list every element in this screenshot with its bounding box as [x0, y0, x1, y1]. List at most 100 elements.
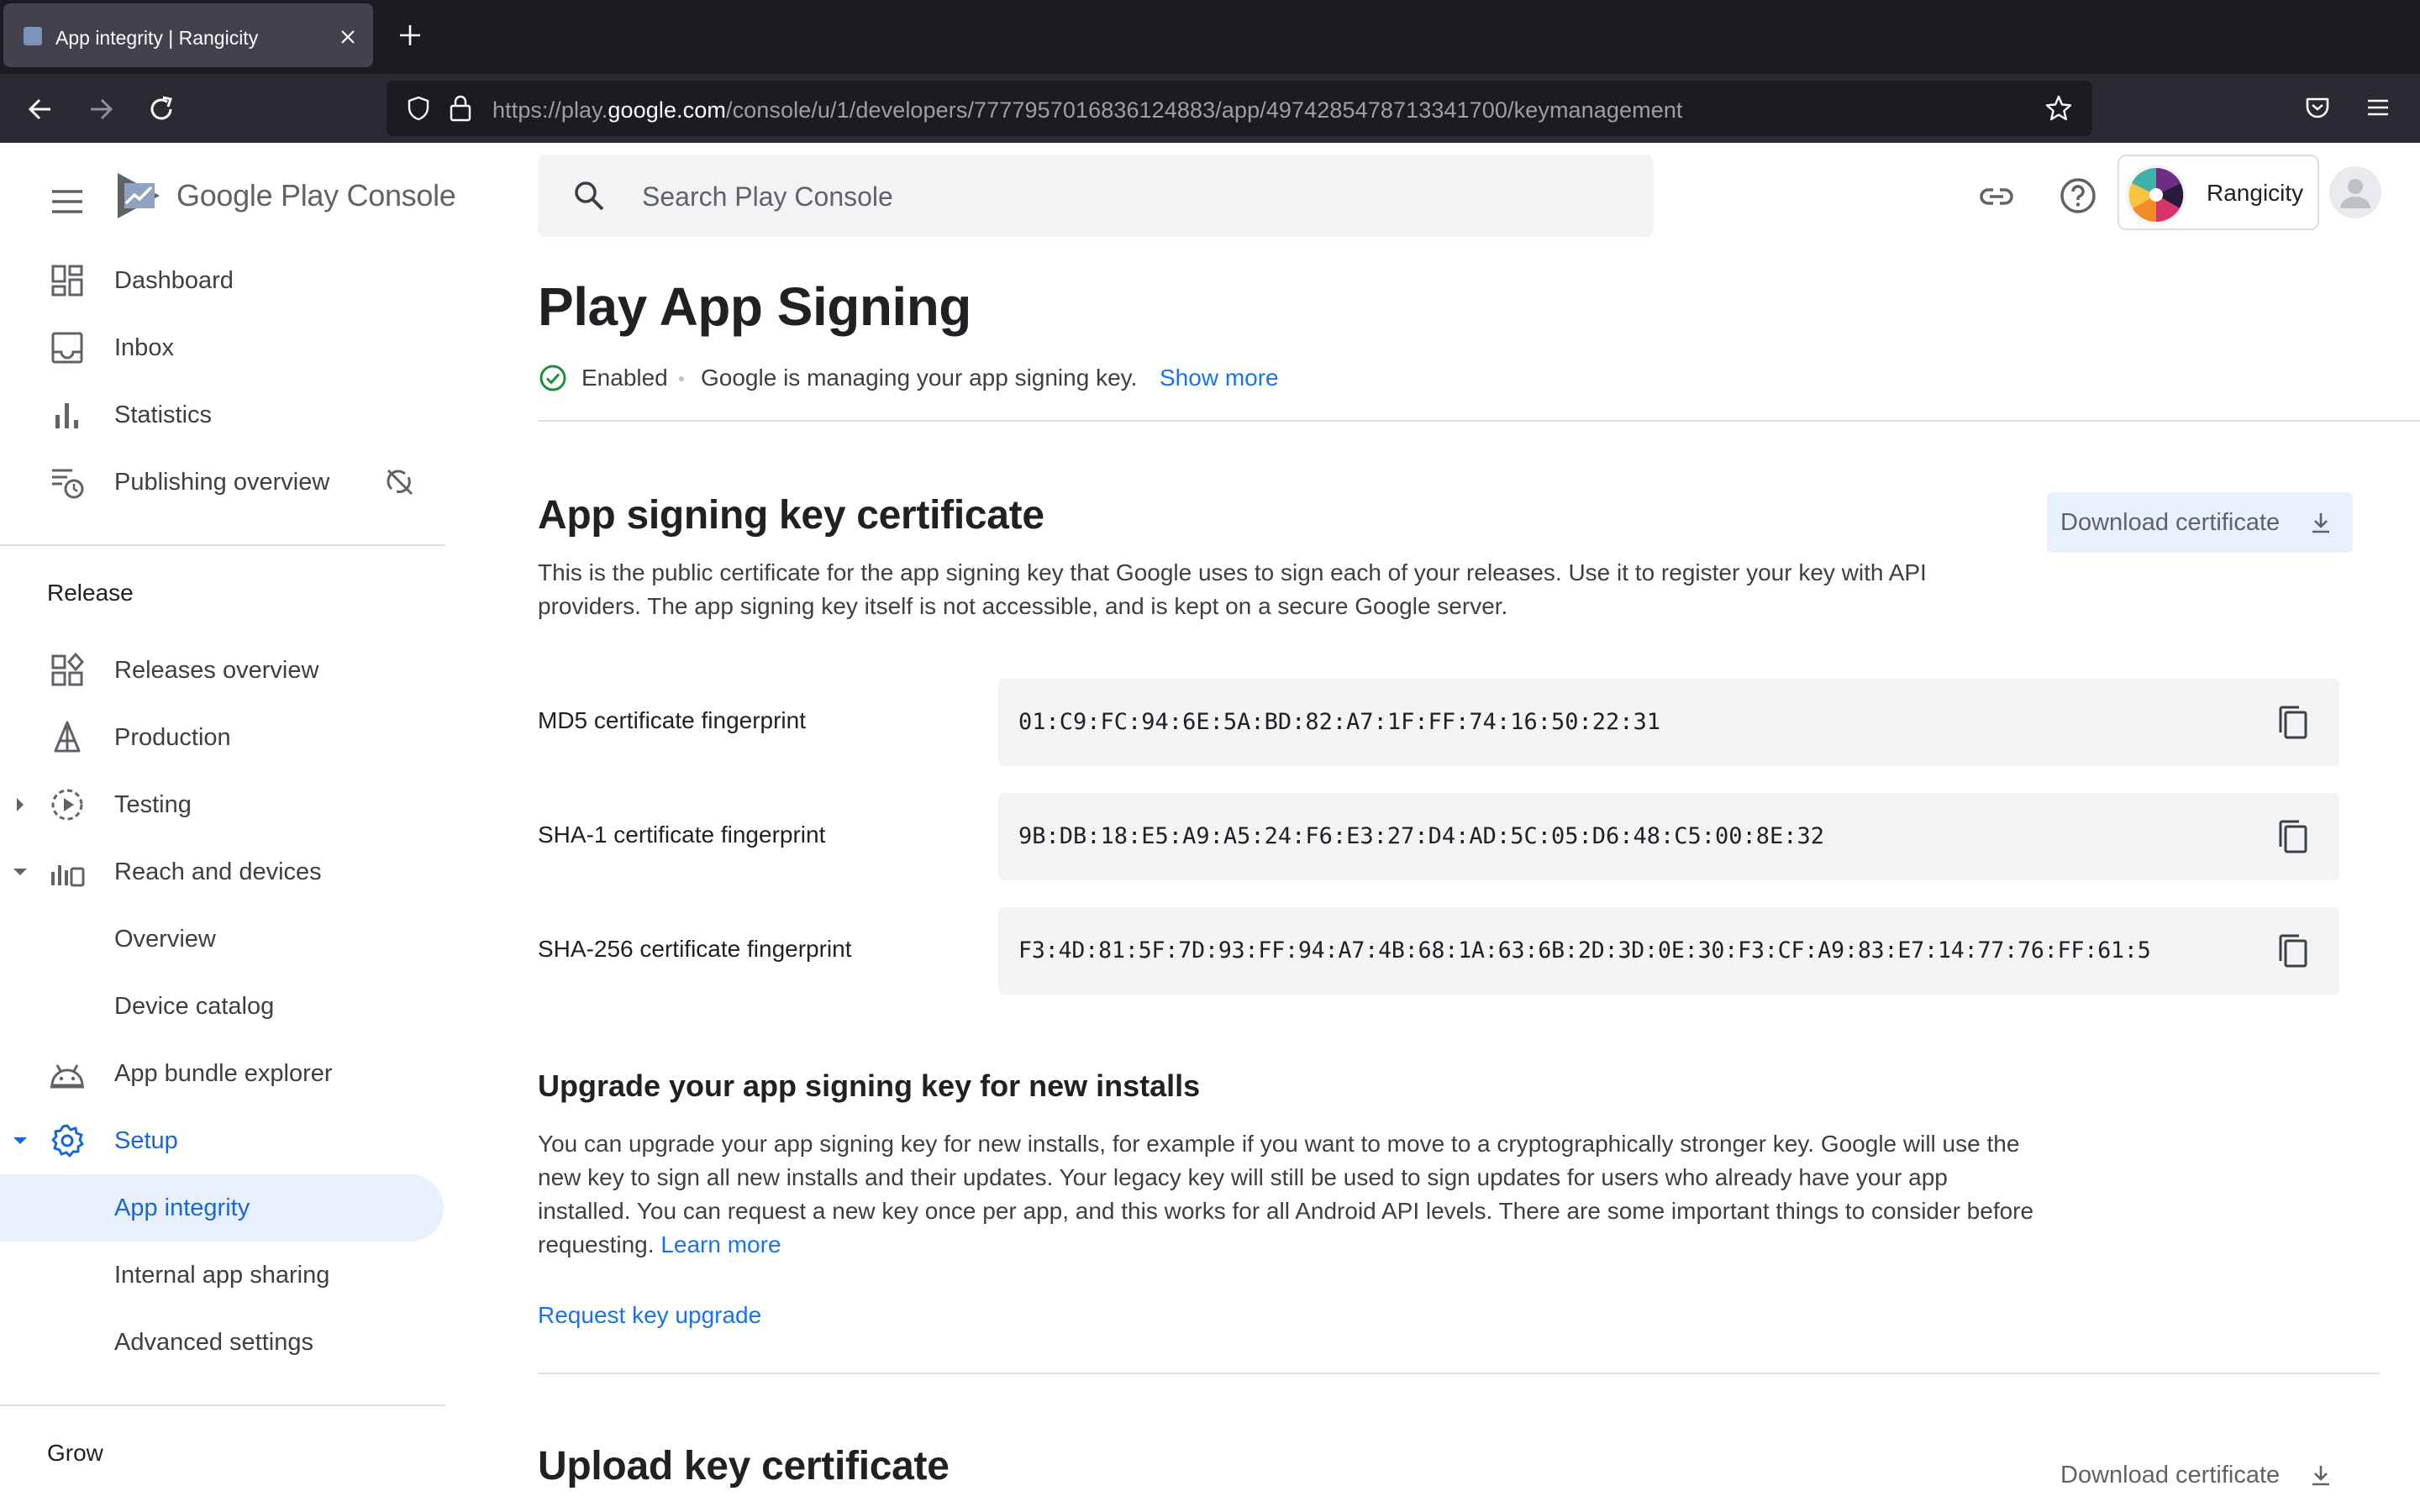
sidebar-item-overview[interactable]: Overview [0, 906, 445, 973]
sidebar-item-internal-app-sharing[interactable]: Internal app sharing [0, 1242, 445, 1309]
section-divider [538, 420, 2420, 422]
user-icon [2340, 179, 2370, 208]
hamburger-menu-icon[interactable] [49, 183, 86, 220]
sidebar-item-label: App integrity [114, 1194, 250, 1221]
download-upload-certificate-button[interactable]: Download certificate [2047, 1445, 2353, 1505]
developer-logo-icon [2126, 165, 2186, 225]
upgrade-description: You can upgrade your app signing key for… [538, 1131, 2034, 1257]
sync-disabled-icon[interactable] [383, 465, 417, 499]
section-title-release: Release [47, 580, 134, 606]
new-tab-icon[interactable] [395, 20, 425, 50]
url-text[interactable]: https://play.google.com/console/u/1/deve… [492, 97, 1683, 123]
sidebar-item-label: Reach and devices [114, 858, 322, 885]
chevron-down-icon[interactable] [10, 1131, 30, 1151]
fingerprint-value[interactable]: F3:4D:81:5F:7D:93:FF:94:A7:4B:68:1A:63:6… [1018, 937, 2151, 963]
publishing-overview-icon [52, 469, 84, 499]
bar-chart-icon [55, 403, 78, 428]
section-title-upload-key: Upload key certificate [538, 1444, 950, 1488]
link-icon[interactable] [1978, 178, 2015, 215]
app-menu-icon[interactable] [2363, 92, 2393, 123]
reload-icon[interactable] [145, 92, 178, 126]
sidebar-item-label: Testing [114, 791, 192, 818]
request-key-upgrade-link[interactable]: Request key upgrade [538, 1302, 761, 1329]
gear-icon [51, 1124, 84, 1158]
sidebar-item-label: Setup [114, 1127, 178, 1154]
sidebar-item-inbox[interactable]: Inbox [0, 314, 445, 381]
section-divider [538, 1373, 2380, 1374]
sidebar: Google Play Console Dashboard Inbox Stat… [0, 143, 456, 1512]
sidebar-item-label: Internal app sharing [114, 1262, 330, 1289]
sidebar-item-label: Publishing overview [114, 469, 330, 496]
copy-icon[interactable] [2274, 818, 2311, 857]
show-more-link[interactable]: Show more [1160, 365, 1279, 391]
fingerprint-value[interactable]: 9B:DB:18:E5:A9:A5:24:F6:E3:27:D4:AD:5C:0… [1018, 823, 1824, 849]
chevron-down-icon[interactable] [10, 862, 30, 882]
tab-title: App integrity | Rangicity [55, 27, 259, 49]
address-bar[interactable]: https://play.google.com/console/u/1/deve… [387, 81, 2092, 136]
fingerprint-field: F3:4D:81:5F:7D:93:FF:94:A7:4B:68:1A:63:6… [998, 907, 2339, 995]
forward-arrow-icon[interactable] [84, 92, 118, 126]
sidebar-item-setup[interactable]: Setup [0, 1107, 445, 1174]
sidebar-item-label: Statistics [114, 402, 213, 428]
back-arrow-icon[interactable] [24, 92, 57, 126]
sidebar-item-statistics[interactable]: Statistics [0, 381, 445, 449]
button-label: Download certificate [2060, 509, 2281, 536]
fingerprint-value[interactable]: 01:C9:FC:94:6E:5A:BD:82:A7:1F:FF:74:16:5… [1018, 709, 1660, 735]
browser-nav-bar: https://play.google.com/console/u/1/deve… [0, 74, 2420, 143]
sidebar-item-label: Advanced settings [114, 1329, 313, 1356]
search-input[interactable]: Search Play Console [642, 181, 893, 213]
account-name: Rangicity [2207, 180, 2304, 206]
android-icon [50, 1064, 84, 1089]
dashboard-icon [51, 265, 83, 297]
shield-icon[interactable] [405, 95, 432, 122]
sidebar-item-dashboard[interactable]: Dashboard [0, 247, 445, 314]
pocket-icon[interactable] [2302, 92, 2333, 123]
learn-more-link[interactable]: Learn more [660, 1231, 781, 1257]
testing-icon [51, 789, 83, 821]
chevron-right-icon[interactable] [10, 795, 30, 815]
status-badge: Enabled [581, 365, 668, 391]
sidebar-item-device-catalog[interactable]: Device catalog [0, 973, 445, 1040]
fingerprint-label: SHA-256 certificate fingerprint [538, 936, 852, 962]
section-title-upgrade: Upgrade your app signing key for new ins… [538, 1068, 1201, 1103]
download-certificate-button[interactable]: Download certificate [2047, 492, 2353, 553]
sidebar-item-advanced-settings[interactable]: Advanced settings [0, 1309, 445, 1376]
help-icon[interactable] [2059, 176, 2097, 215]
sidebar-item-reach-and-devices[interactable]: Reach and devices [0, 838, 445, 906]
close-tab-icon[interactable] [336, 25, 360, 49]
logo-text: Google Play Console [176, 178, 456, 213]
browser-tab-active[interactable]: App integrity | Rangicity [3, 3, 373, 67]
check-circle-icon [539, 365, 566, 391]
copy-icon[interactable] [2274, 704, 2311, 743]
sidebar-item-label: Overview [114, 926, 216, 953]
sidebar-item-app-integrity[interactable]: App integrity [0, 1174, 444, 1242]
sidebar-item-publishing-overview[interactable]: Publishing overview [0, 449, 445, 516]
sidebar-item-releases-overview[interactable]: Releases overview [0, 637, 445, 704]
search-bar[interactable]: Search Play Console [538, 155, 1654, 237]
inbox-icon [51, 332, 83, 364]
favicon-icon [24, 27, 42, 45]
fingerprint-label: SHA-1 certificate fingerprint [538, 822, 826, 848]
lock-icon[interactable] [447, 93, 474, 122]
sidebar-item-app-bundle-explorer[interactable]: App bundle explorer [0, 1040, 445, 1107]
fingerprint-row-sha256: SHA-256 certificate fingerprint F3:4D:81… [538, 907, 2339, 995]
copy-icon[interactable] [2274, 932, 2311, 971]
sidebar-item-label: Dashboard [114, 267, 234, 294]
browser-tab-bar: App integrity | Rangicity [0, 0, 2420, 74]
sidebar-item-production[interactable]: Production [0, 704, 445, 771]
sidebar-item-label: Production [114, 724, 231, 751]
sidebar-divider [0, 1404, 445, 1406]
releases-overview-icon [51, 652, 85, 686]
fingerprint-row-sha1: SHA-1 certificate fingerprint 9B:DB:18:E… [538, 793, 2339, 880]
sidebar-item-label: Inbox [114, 334, 174, 361]
account-switcher[interactable]: Rangicity [2118, 155, 2319, 230]
fingerprint-label: MD5 certificate fingerprint [538, 707, 807, 733]
bookmark-star-icon[interactable] [2044, 93, 2074, 123]
sidebar-item-testing[interactable]: Testing [0, 771, 445, 838]
reach-devices-icon [51, 865, 85, 887]
avatar[interactable] [2329, 166, 2381, 218]
google-play-console-logo [118, 173, 160, 218]
download-icon [2312, 1466, 2329, 1486]
status-description: Google is managing your app signing key. [701, 365, 1138, 391]
button-label: Download certificate [2060, 1462, 2281, 1488]
